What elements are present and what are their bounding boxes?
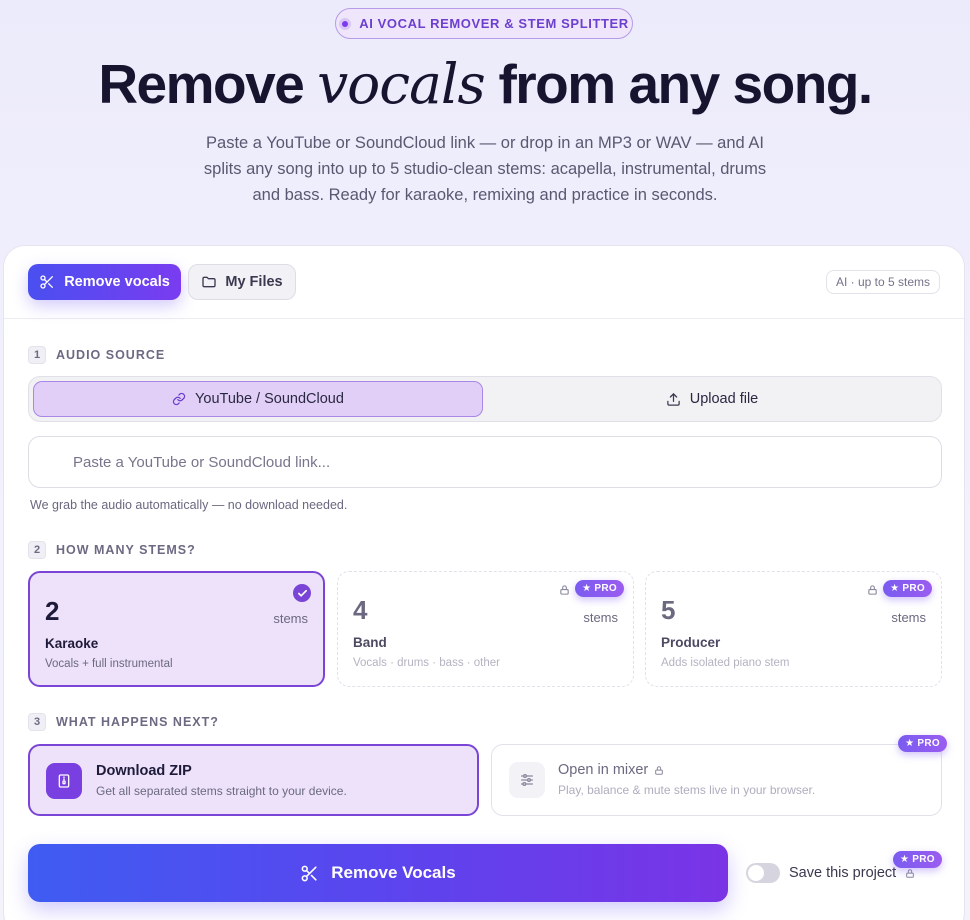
sliders-icon: [509, 762, 545, 798]
next-option-open-mixer[interactable]: Open in mixer Play, balance & mute stems…: [491, 735, 947, 816]
stem-option-4[interactable]: ★ PRO 4 stems Band Vocals · drums · bass …: [337, 571, 634, 687]
download-zip-description: Get all separated stems straight to your…: [96, 784, 347, 798]
stem-unit: stems: [273, 611, 308, 626]
stem-unit: stems: [583, 610, 618, 625]
save-project-toggle[interactable]: [746, 863, 780, 883]
link-icon: [172, 392, 186, 406]
stem-count: 4: [353, 595, 368, 625]
hero-subtitle: Paste a YouTube or SoundCloud link — or …: [203, 134, 767, 204]
source-option-link-label: YouTube / SoundCloud: [195, 391, 344, 407]
stem-count: 2: [45, 596, 60, 626]
lock-icon: [560, 585, 569, 595]
save-project-row: Save this project: [746, 863, 915, 883]
stem-description: Vocals · drums · bass · other: [353, 657, 500, 669]
stem-unit: stems: [891, 610, 926, 625]
step-3-number: 3: [28, 713, 46, 731]
stem-count: 5: [661, 595, 676, 625]
open-mixer-title-text: Open in mixer: [558, 762, 649, 778]
headline-part-a: Remove: [98, 53, 304, 115]
pro-badge-label: PRO: [594, 583, 617, 594]
pro-badge-label: PRO: [912, 854, 935, 865]
tab-remove-vocals[interactable]: Remove vocals: [28, 264, 181, 300]
next-option-download-zip[interactable]: Download ZIP Get all separated stems str…: [28, 744, 479, 816]
save-project-label: Save this project: [789, 865, 897, 881]
url-input[interactable]: [28, 436, 942, 488]
step-3-label: 3 WHAT HAPPENS NEXT?: [28, 713, 219, 731]
scissors-icon: [40, 275, 54, 289]
star-icon: ★: [900, 854, 910, 865]
star-icon: ★: [905, 738, 915, 749]
remove-vocals-button[interactable]: Remove Vocals: [28, 844, 728, 902]
star-icon: ★: [582, 583, 592, 594]
stem-description: Vocals + full instrumental: [45, 658, 173, 670]
scissors-icon: [301, 865, 317, 881]
zip-file-icon: [46, 763, 82, 799]
step-2-label: 2 HOW MANY STEMS?: [28, 541, 196, 559]
tabs-row: Remove vocals My Files AI · up to 5 stem…: [4, 246, 964, 319]
upload-icon: [666, 392, 680, 406]
lock-icon: [868, 585, 877, 595]
open-mixer-title: Open in mixer: [558, 762, 664, 778]
headline-part-b: from any song.: [498, 53, 873, 115]
step-2-number: 2: [28, 541, 46, 559]
lock-icon: [655, 765, 664, 775]
step-1-title: AUDIO SOURCE: [56, 348, 166, 362]
ai-stems-chip: AI · up to 5 stems: [825, 270, 940, 294]
pro-badge: ★ PRO: [883, 580, 932, 597]
stem-option-5[interactable]: ★ PRO 5 stems Producer Adds isolated pian…: [645, 571, 942, 687]
tab-remove-vocals-label: Remove vocals: [64, 274, 170, 290]
source-option-upload[interactable]: Upload file: [487, 381, 937, 417]
step-1-label: 1 AUDIO SOURCE: [28, 346, 165, 364]
check-icon: [293, 584, 311, 602]
source-toggle: YouTube / SoundCloud Upload file: [28, 376, 942, 422]
pro-badge: ★ PRO: [898, 735, 947, 752]
vocal-remover-card: Remove vocals My Files AI · up to 5 stem…: [3, 245, 965, 920]
pro-badge-label: PRO: [902, 583, 925, 594]
folder-icon: [202, 276, 217, 288]
tab-my-files[interactable]: My Files: [188, 264, 296, 300]
stem-name: Producer: [661, 635, 721, 650]
badge-text: AI VOCAL REMOVER & STEM SPLITTER: [359, 16, 629, 31]
step-3-title: WHAT HAPPENS NEXT?: [56, 715, 219, 729]
source-option-upload-label: Upload file: [689, 391, 759, 407]
stem-name: Band: [353, 635, 387, 650]
pro-badge-label: PRO: [917, 738, 940, 749]
stem-description: Adds isolated piano stem: [661, 657, 790, 669]
lock-icon: [906, 868, 915, 878]
headline-italic: vocals: [317, 52, 486, 116]
badge-dot-icon: [339, 17, 352, 30]
remove-vocals-button-label: Remove Vocals: [331, 863, 456, 882]
hero-badge: AI VOCAL REMOVER & STEM SPLITTER: [335, 8, 633, 39]
tab-my-files-label: My Files: [225, 274, 283, 290]
pro-badge: ★ PRO: [893, 851, 942, 868]
step-2-title: HOW MANY STEMS?: [56, 543, 196, 557]
headline: Remove vocals from any song.: [0, 52, 970, 116]
open-mixer-description: Play, balance & mute stems live in your …: [558, 783, 816, 797]
stem-name: Karaoke: [45, 636, 99, 651]
source-hint: We grab the audio automatically — no dow…: [30, 498, 348, 512]
step-1-number: 1: [28, 346, 46, 364]
stem-option-2[interactable]: 2 stems Karaoke Vocals + full instrument…: [28, 571, 325, 687]
source-option-link[interactable]: YouTube / SoundCloud: [33, 381, 483, 417]
star-icon: ★: [890, 583, 900, 594]
pro-badge: ★ PRO: [575, 580, 624, 597]
download-zip-title: Download ZIP: [96, 763, 192, 779]
